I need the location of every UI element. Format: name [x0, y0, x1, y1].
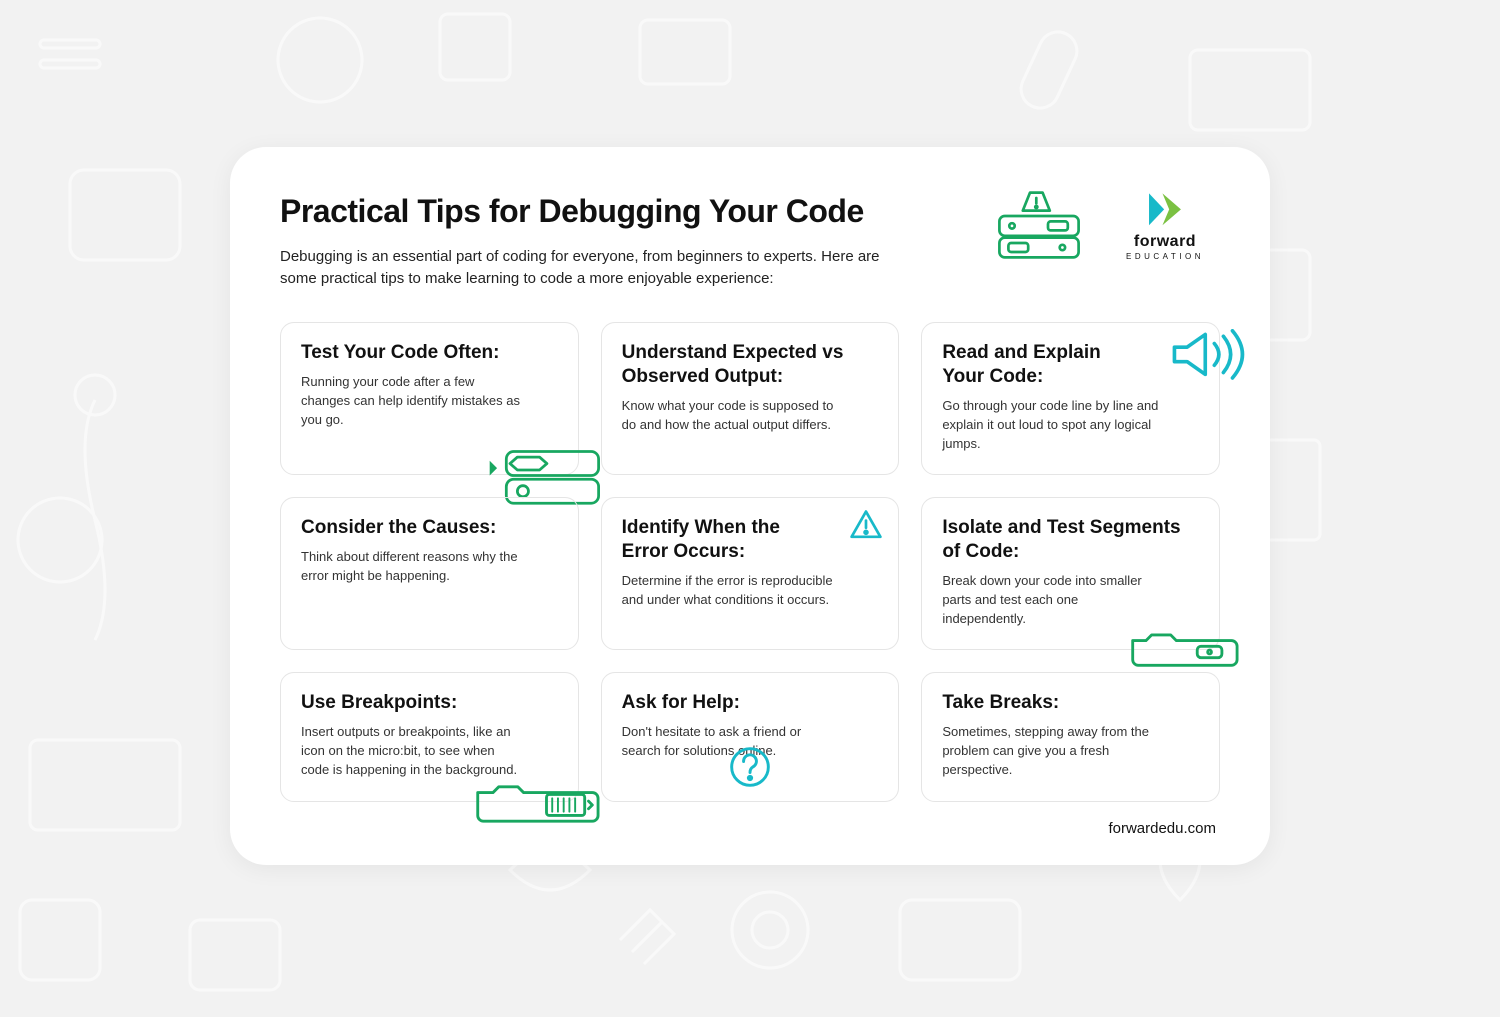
tip-body: Running your code after a few changes ca…: [301, 373, 521, 430]
tip-card: Test Your Code Often: Running your code …: [280, 322, 579, 475]
question-circle-icon: [728, 745, 772, 789]
tip-card: Take Breaks: Sometimes, stepping away fr…: [921, 672, 1220, 802]
main-card: Practical Tips for Debugging Your Code D…: [230, 147, 1270, 865]
tip-card: Read and Explain Your Code: Go through y…: [921, 322, 1220, 475]
speaker-sound-icon: [1169, 329, 1247, 383]
tip-title: Use Breakpoints:: [301, 691, 558, 715]
hardware-warning-icon: [994, 189, 1084, 261]
logo-text: forward: [1134, 234, 1196, 250]
tip-body: Go through your code line by line and ex…: [942, 397, 1162, 454]
tip-card: Consider the Causes: Think about differe…: [280, 497, 579, 650]
header: Practical Tips for Debugging Your Code D…: [280, 193, 1220, 290]
page-subtitle: Debugging is an essential part of coding…: [280, 246, 920, 290]
tip-title: Ask for Help:: [622, 691, 879, 715]
tip-title: Test Your Code Often:: [301, 341, 558, 365]
tip-title: Read and Explain Your Code:: [942, 341, 1122, 390]
tip-card: Isolate and Test Segments of Code: Break…: [921, 497, 1220, 650]
tip-card: Use Breakpoints: Insert outputs or break…: [280, 672, 579, 802]
tip-title: Consider the Causes:: [301, 516, 558, 540]
tips-grid: Test Your Code Often: Running your code …: [280, 322, 1220, 802]
footer-url: forwardedu.com: [280, 820, 1220, 837]
tip-title: Understand Expected vs Observed Output:: [622, 341, 879, 390]
tip-title: Take Breaks:: [942, 691, 1199, 715]
tip-title: Identify When the Error Occurs:: [622, 516, 802, 565]
tip-body: Insert outputs or breakpoints, like an i…: [301, 723, 521, 780]
warning-triangle-icon: [848, 508, 884, 540]
page-title: Practical Tips for Debugging Your Code: [280, 193, 976, 230]
tip-body: Determine if the error is reproducible a…: [622, 572, 842, 610]
logo-subtext: EDUCATION: [1126, 252, 1204, 261]
microbit-display-icon: [472, 783, 600, 829]
forward-education-logo: forward EDUCATION: [1110, 190, 1220, 260]
tip-body: Know what your code is supposed to do an…: [622, 397, 842, 435]
tip-card: Understand Expected vs Observed Output: …: [601, 322, 900, 475]
tip-title: Isolate and Test Segments of Code:: [942, 516, 1199, 565]
tip-card: Ask for Help: Don't hesitate to ask a fr…: [601, 672, 900, 802]
tip-card: Identify When the Error Occurs: Determin…: [601, 497, 900, 650]
code-block-icon: [1127, 633, 1239, 673]
tip-body: Think about different reasons why the er…: [301, 548, 521, 586]
header-text: Practical Tips for Debugging Your Code D…: [280, 193, 976, 290]
tip-body: Sometimes, stepping away from the proble…: [942, 723, 1162, 780]
tip-body: Break down your code into smaller parts …: [942, 572, 1162, 629]
header-icons: forward EDUCATION: [994, 189, 1220, 261]
